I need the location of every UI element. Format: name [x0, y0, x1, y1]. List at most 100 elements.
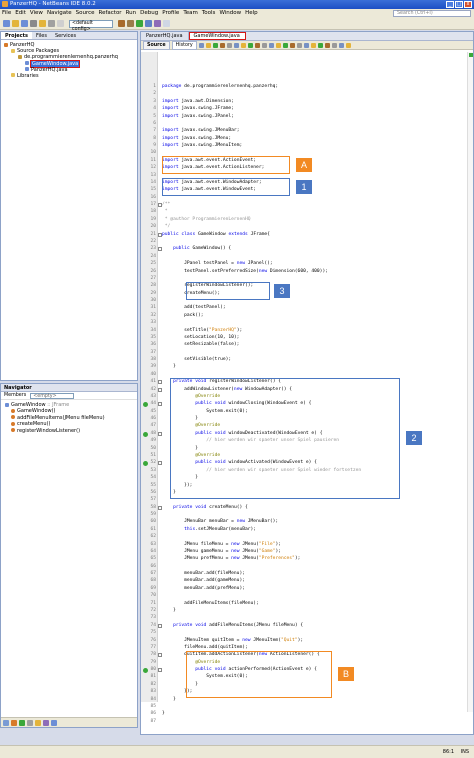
run-icon[interactable]: [136, 20, 143, 27]
code-line[interactable]: public void windowDeactivated(WindowEven…: [162, 431, 322, 436]
editor-tool-icon[interactable]: [219, 42, 225, 48]
code-line[interactable]: }: [162, 682, 198, 687]
code-line[interactable]: @Override: [162, 423, 220, 428]
code-line[interactable]: private void createMenu() {: [162, 505, 248, 510]
redo-icon[interactable]: [39, 20, 46, 27]
editor-tool-icon[interactable]: [345, 42, 351, 48]
menu-help[interactable]: Help: [245, 9, 258, 18]
code-line[interactable]: menuBar.add(gameMenu);: [162, 578, 245, 583]
code-line[interactable]: JMenuBar menuBar = new JMenuBar();: [162, 519, 278, 524]
code-line[interactable]: @Override: [162, 660, 220, 665]
code-line[interactable]: public GameWindow() {: [162, 246, 231, 251]
error-stripe[interactable]: [467, 52, 473, 712]
fold-toggle-icon[interactable]: [158, 402, 162, 407]
code-line[interactable]: import java.awt.event.WindowAdapter;: [162, 180, 262, 185]
editor-tool-icon[interactable]: [205, 42, 211, 48]
code-line[interactable]: setLocation(10, 10);: [162, 335, 239, 340]
editor-tool-icon[interactable]: [331, 42, 337, 48]
code-line[interactable]: private void addFileMenuItems(JMenu file…: [162, 623, 303, 628]
code-line[interactable]: }: [162, 697, 176, 702]
profile-icon[interactable]: [154, 20, 161, 27]
fold-toggle-icon[interactable]: [158, 232, 162, 237]
filter-toggle-icon[interactable]: [19, 720, 25, 726]
code-line[interactable]: registerWindowListener();: [162, 283, 253, 288]
build-icon[interactable]: [118, 20, 125, 27]
close-button[interactable]: x: [464, 1, 472, 8]
code-line[interactable]: // hier werden wir spaeter unser Spiel w…: [162, 468, 361, 473]
editor-tool-icon[interactable]: [268, 42, 274, 48]
fold-toggle-icon[interactable]: [158, 431, 162, 436]
editor-tool-icon[interactable]: [317, 42, 323, 48]
code-line[interactable]: });: [162, 483, 192, 488]
code-line[interactable]: }: [162, 475, 198, 480]
save-all-icon[interactable]: [21, 20, 28, 27]
code-line[interactable]: }: [162, 446, 198, 451]
code-line[interactable]: *: [162, 209, 168, 214]
code-line[interactable]: import java.awt.event.ActionListener;: [162, 165, 264, 170]
fold-toggle-icon[interactable]: [158, 380, 162, 385]
code-line[interactable]: menuBar.add(prefMenu);: [162, 586, 245, 591]
menu-view[interactable]: View: [30, 9, 43, 18]
code-line[interactable]: add(testPanel);: [162, 305, 226, 310]
fold-toggle-icon[interactable]: [158, 387, 162, 392]
code-line[interactable]: import javax.swing.JFrame;: [162, 106, 234, 111]
debug-icon[interactable]: [145, 20, 152, 27]
code-line[interactable]: JMenu fileMenu = new JMenu("File");: [162, 542, 281, 547]
code-line[interactable]: import java.awt.event.ActionEvent;: [162, 158, 256, 163]
editor-tool-icon[interactable]: [254, 42, 260, 48]
copy-icon[interactable]: [57, 20, 64, 27]
code-line[interactable]: /**: [162, 202, 170, 207]
tab-services[interactable]: Services: [51, 32, 80, 39]
filter-toggle-icon[interactable]: [43, 720, 49, 726]
fold-toggle-icon[interactable]: [158, 247, 162, 252]
menu-run[interactable]: Run: [126, 9, 137, 18]
menu-debug[interactable]: Debug: [140, 9, 158, 18]
tree-node[interactable]: Libraries: [1, 73, 137, 79]
code-line[interactable]: */: [162, 224, 171, 229]
code-line[interactable]: this.setJMenuBar(menuBar);: [162, 527, 256, 532]
editor-tool-icon[interactable]: [338, 42, 344, 48]
code-line[interactable]: pack();: [162, 313, 203, 318]
fold-toggle-icon[interactable]: [158, 653, 162, 658]
editor-tool-icon[interactable]: [212, 42, 218, 48]
undo-icon[interactable]: [30, 20, 37, 27]
override-marker-icon[interactable]: [143, 668, 148, 674]
code-line[interactable]: testPanel.setPreferredSize(new Dimension…: [162, 269, 328, 274]
editor-tool-icon[interactable]: [247, 42, 253, 48]
code-line[interactable]: public void actionPerformed(ActionEvent …: [162, 667, 317, 672]
editor-tool-icon[interactable]: [240, 42, 246, 48]
source-mode-button[interactable]: Source: [143, 40, 170, 50]
menu-window[interactable]: Window: [219, 9, 241, 18]
code-line[interactable]: }: [162, 711, 165, 716]
tab-panzerhq-java[interactable]: PanzerHQ.java: [141, 32, 189, 40]
code-line[interactable]: import javax.swing.JMenuBar;: [162, 128, 239, 133]
members-filter-select[interactable]: <empty>: [30, 393, 75, 399]
code-line[interactable]: }: [162, 490, 176, 495]
search-input[interactable]: Search (Ctrl+I): [393, 10, 471, 17]
code-line[interactable]: import javax.swing.JMenuItem;: [162, 143, 242, 148]
menu-refactor[interactable]: Refactor: [99, 9, 122, 18]
minimize-button[interactable]: _: [446, 1, 454, 8]
editor-tool-icon[interactable]: [282, 42, 288, 48]
code-line[interactable]: quitItem.addActionListener(new ActionLis…: [162, 652, 320, 657]
code-line[interactable]: createMenu();: [162, 291, 220, 296]
code-line[interactable]: setVisible(true);: [162, 357, 231, 362]
code-line[interactable]: JMenu gameMenu = new JMenu("Game");: [162, 549, 281, 554]
code-line[interactable]: import java.awt.Dimension;: [162, 99, 234, 104]
filter-toggle-icon[interactable]: [11, 720, 17, 726]
code-line[interactable]: System.exit(0);: [162, 409, 248, 414]
code-line[interactable]: public void windowActivated(WindowEvent …: [162, 460, 317, 465]
code-line[interactable]: public class GameWindow extends JFrame{: [162, 232, 270, 237]
code-line[interactable]: * @author ProgrammierenLernenHQ: [162, 217, 251, 222]
menu-tools[interactable]: Tools: [202, 9, 216, 18]
code-line[interactable]: setTitle("PanzerHQ");: [162, 328, 242, 333]
override-marker-icon[interactable]: [143, 431, 148, 437]
filter-toggle-icon[interactable]: [27, 720, 33, 726]
code-line[interactable]: fileMenu.add(quitItem);: [162, 645, 248, 650]
code-line[interactable]: JMenuItem quitItem = new JMenuItem("Quit…: [162, 638, 303, 643]
clean-build-icon[interactable]: [127, 20, 134, 27]
code-line[interactable]: menuBar.add(fileMenu);: [162, 571, 245, 576]
editor-tool-icon[interactable]: [296, 42, 302, 48]
menu-navigate[interactable]: Navigate: [47, 9, 72, 18]
menu-file[interactable]: File: [2, 9, 11, 18]
